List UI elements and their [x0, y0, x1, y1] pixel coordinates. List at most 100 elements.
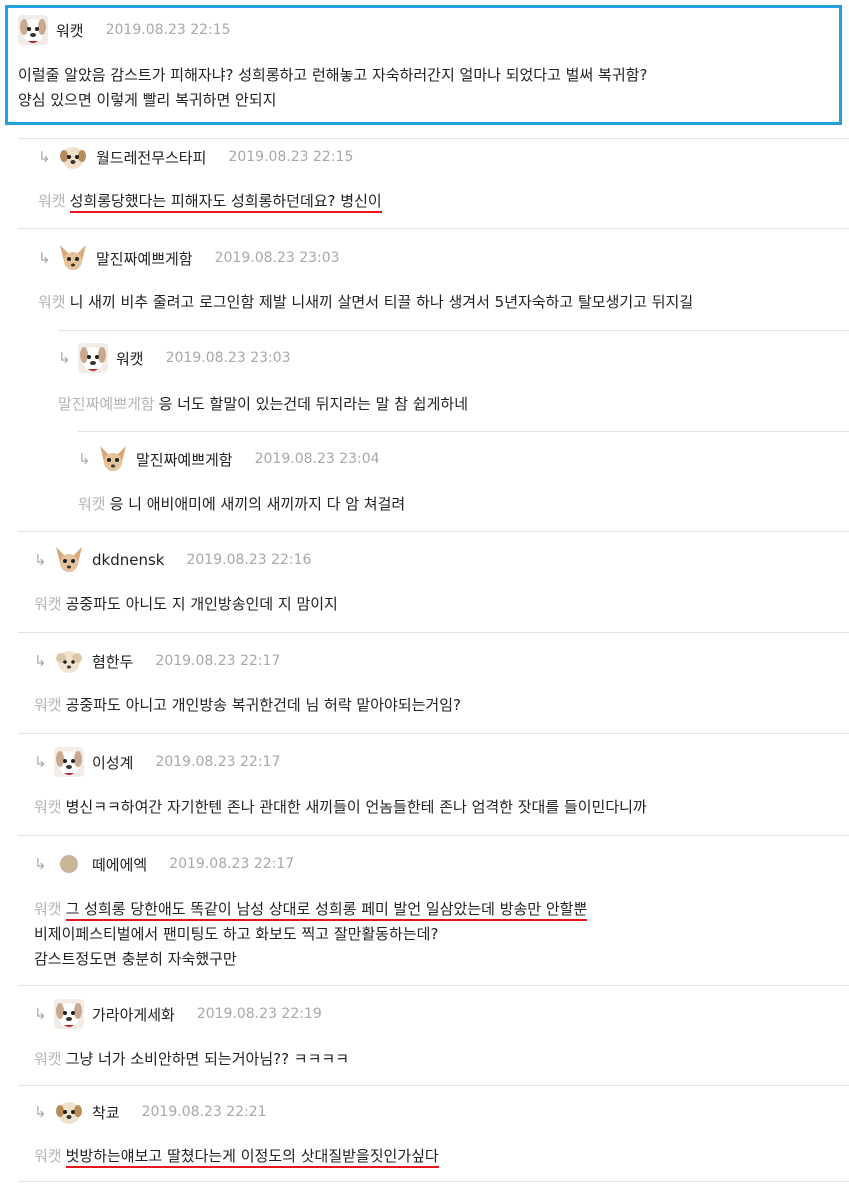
- divider: [18, 632, 849, 633]
- dog-white-red-icon: [18, 15, 48, 45]
- comment-text-line: 공중파도 아니도 지 개인방송인데 지 맘이지: [65, 595, 338, 613]
- divider: [78, 431, 849, 432]
- mention-link[interactable]: 워캣: [34, 696, 62, 714]
- comment-header: ↳ dkdnensk 2019.08.23 22:16: [34, 544, 311, 576]
- comment-header: ↳ 이성계 2019.08.23 22:17: [34, 746, 280, 778]
- comment-time: 2019.08.23 23:03: [165, 350, 291, 366]
- reply-arrow-icon: ↳: [38, 249, 51, 267]
- comment-header: ↳ 가라아게세화 2019.08.23 22:19: [34, 998, 322, 1030]
- comment-body: 이럴줄 알았음 감스트가 피해자냐? 성희롱하고 런해놓고 자숙하러간지 얼마나…: [18, 63, 647, 113]
- mention-link[interactable]: 워캣: [38, 293, 66, 311]
- mention-link[interactable]: 워캣: [34, 595, 62, 613]
- comment-body: 워캣 공중파도 아니고 개인방송 복귀한건데 님 허락 맡아야되는거임?: [34, 693, 461, 718]
- reply-arrow-icon: ↳: [58, 349, 71, 367]
- reply-arrow-icon: ↳: [34, 551, 47, 569]
- comment-text-line: 응 니 애비애미에 새끼의 새끼까지 다 암 쳐걸려: [109, 495, 406, 513]
- dog-white-red-icon: [54, 747, 84, 777]
- chihuahua-icon: [98, 444, 128, 474]
- dog-white-red-icon: [54, 999, 84, 1029]
- comment-text-line: 병신ㅋㅋ하여간 자기한텐 존나 관대한 새끼들이 언놈들한테 존나 엄격한 잣대…: [65, 798, 647, 816]
- divider: [58, 330, 849, 331]
- divider: [18, 835, 849, 836]
- comment-text-line: 그 성희롱 당한애도 똑같이 남성 상대로 성희롱 페미 발언 일삼았는데 방송…: [65, 900, 588, 921]
- mention-link[interactable]: 워캣: [34, 798, 62, 816]
- comment-author[interactable]: 착쿄: [92, 1102, 120, 1123]
- divider: [18, 1181, 849, 1182]
- comment-time: 2019.08.23 22:17: [169, 856, 295, 872]
- comment-author[interactable]: dkdnensk: [92, 551, 164, 569]
- comment-body: 워캣 그 성희롱 당한애도 똑같이 남성 상대로 성희롱 페미 발언 일삼았는데 …: [34, 897, 588, 972]
- comment-author[interactable]: 말진짜예쁘게함: [96, 248, 193, 269]
- comment-time: 2019.08.23 22:17: [155, 754, 281, 770]
- comment-header: ↳ 착쿄 2019.08.23 22:21: [34, 1096, 267, 1128]
- dog-face-icon: [54, 1097, 84, 1127]
- comment-text-line: 성희롱당했다는 피해자도 성희롱하던데요? 병신이: [69, 192, 382, 213]
- comment-body: 워캣 니 새끼 비추 줄려고 로그인함 제발 니새끼 살면서 티끌 하나 생겨서 …: [38, 290, 693, 315]
- divider: [18, 733, 849, 734]
- reply-arrow-icon: ↳: [34, 1005, 47, 1023]
- comment-text-line: 응 너도 할말이 있는건데 뒤지라는 말 참 쉽게하네: [158, 395, 468, 413]
- comment-text-line: 공중파도 아니고 개인방송 복귀한건데 님 허락 맡아야되는거임?: [65, 696, 461, 714]
- comment-header: ↳ 월드레전무스타피 2019.08.23 22:15: [38, 141, 353, 173]
- dog-fluffy-icon: [54, 646, 84, 676]
- comment-author[interactable]: 이성계: [92, 752, 133, 773]
- comment-author[interactable]: 떼에에엑: [92, 854, 147, 875]
- comment-author[interactable]: 워캣: [56, 20, 84, 41]
- comment-author[interactable]: 워캣: [116, 348, 144, 369]
- comment-body: 워캣 공중파도 아니도 지 개인방송인데 지 맘이지: [34, 592, 338, 617]
- comment-text-line: 감스트정도면 충분히 자숙했구만: [34, 950, 237, 968]
- reply-arrow-icon: ↳: [34, 855, 47, 873]
- comment-author[interactable]: 가라아게세화: [92, 1004, 175, 1025]
- reply-arrow-icon: ↳: [78, 450, 91, 468]
- comment-author[interactable]: 말진짜예쁘게함: [136, 449, 233, 470]
- comment-time: 2019.08.23 23:03: [214, 250, 340, 266]
- comment-body: 워캣 병신ㅋㅋ하여간 자기한텐 존나 관대한 새끼들이 언놈들한테 존나 엄격한 …: [34, 795, 647, 820]
- comment-time: 2019.08.23 22:17: [155, 653, 281, 669]
- comment-header: ↳ 혐한두 2019.08.23 22:17: [34, 645, 280, 677]
- dog-white-red-icon: [78, 343, 108, 373]
- divider: [18, 985, 849, 986]
- comment-time: 2019.08.23 23:04: [254, 451, 380, 467]
- comment-header: ↳ 떼에에엑 2019.08.23 22:17: [34, 848, 294, 880]
- divider: [18, 138, 849, 139]
- comment-time: 2019.08.23 22:19: [196, 1006, 322, 1022]
- chihuahua-icon: [54, 545, 84, 575]
- reply-arrow-icon: ↳: [34, 753, 47, 771]
- comment-text-line: 비제이페스티벌에서 팬미팅도 하고 화보도 찍고 잘만활동하는데?: [34, 925, 439, 943]
- mention-link[interactable]: 워캣: [34, 900, 62, 918]
- comment-header: ↳ 말진짜예쁘게함 2019.08.23 23:04: [78, 443, 380, 475]
- comment-body: 워캣 응 니 애비애미에 새끼의 새끼까지 다 암 쳐걸려: [78, 492, 405, 517]
- comment-time: 2019.08.23 22:15: [105, 22, 231, 38]
- divider: [18, 228, 849, 229]
- comment-header: ↳ 말진짜예쁘게함 2019.08.23 23:03: [38, 242, 340, 274]
- mention-link[interactable]: 워캣: [78, 495, 106, 513]
- comment-body: 워캣 그냥 너가 소비안하면 되는거아님?? ㅋㅋㅋㅋ: [34, 1047, 349, 1072]
- comment-text-line: 니 새끼 비추 줄려고 로그인함 제발 니새끼 살면서 티끌 하나 생겨서 5년…: [69, 293, 694, 311]
- mention-link[interactable]: 워캣: [34, 1147, 62, 1165]
- comment-header: ↳ 워캣 2019.08.23 23:03: [58, 342, 291, 374]
- reply-arrow-icon: ↳: [34, 652, 47, 670]
- comment-body: 워캣 벗방하는얘보고 딸쳤다는게 이정도의 삿대질받을짓인가싶다: [34, 1144, 439, 1169]
- dog-face-icon: [58, 142, 88, 172]
- comment-text-line: 그냥 너가 소비안하면 되는거아님?? ㅋㅋㅋㅋ: [65, 1050, 350, 1068]
- comment-body: 말진짜예쁘게함 응 너도 할말이 있는건데 뒤지라는 말 참 쉽게하네: [58, 392, 468, 417]
- chihuahua-icon: [58, 243, 88, 273]
- comment-time: 2019.08.23 22:21: [141, 1104, 267, 1120]
- comment-time: 2019.08.23 22:16: [186, 552, 312, 568]
- mention-link[interactable]: 워캣: [38, 192, 66, 210]
- comment-header: 워캣 2019.08.23 22:15: [18, 14, 231, 46]
- comment-text-line: 벗방하는얘보고 딸쳤다는게 이정도의 삿대질받을짓인가싶다: [65, 1147, 439, 1168]
- comment-author[interactable]: 월드레전무스타피: [96, 147, 206, 168]
- comment-time: 2019.08.23 22:15: [228, 149, 354, 165]
- divider: [18, 1085, 849, 1086]
- divider: [18, 531, 849, 532]
- comment-text-line: 이럴줄 알았음 감스트가 피해자냐? 성희롱하고 런해놓고 자숙하러간지 얼마나…: [18, 66, 648, 84]
- comment-author[interactable]: 혐한두: [92, 651, 133, 672]
- reply-arrow-icon: ↳: [34, 1103, 47, 1121]
- mention-link[interactable]: 말진짜예쁘게함: [58, 395, 155, 413]
- mention-link[interactable]: 워캣: [34, 1050, 62, 1068]
- circle-tan-icon: [54, 849, 84, 879]
- comment-body: 워캣 성희롱당했다는 피해자도 성희롱하던데요? 병신이: [38, 189, 382, 214]
- reply-arrow-icon: ↳: [38, 148, 51, 166]
- comment-text-line: 양심 있으면 이렇게 빨리 복귀하면 안되지: [18, 91, 277, 109]
